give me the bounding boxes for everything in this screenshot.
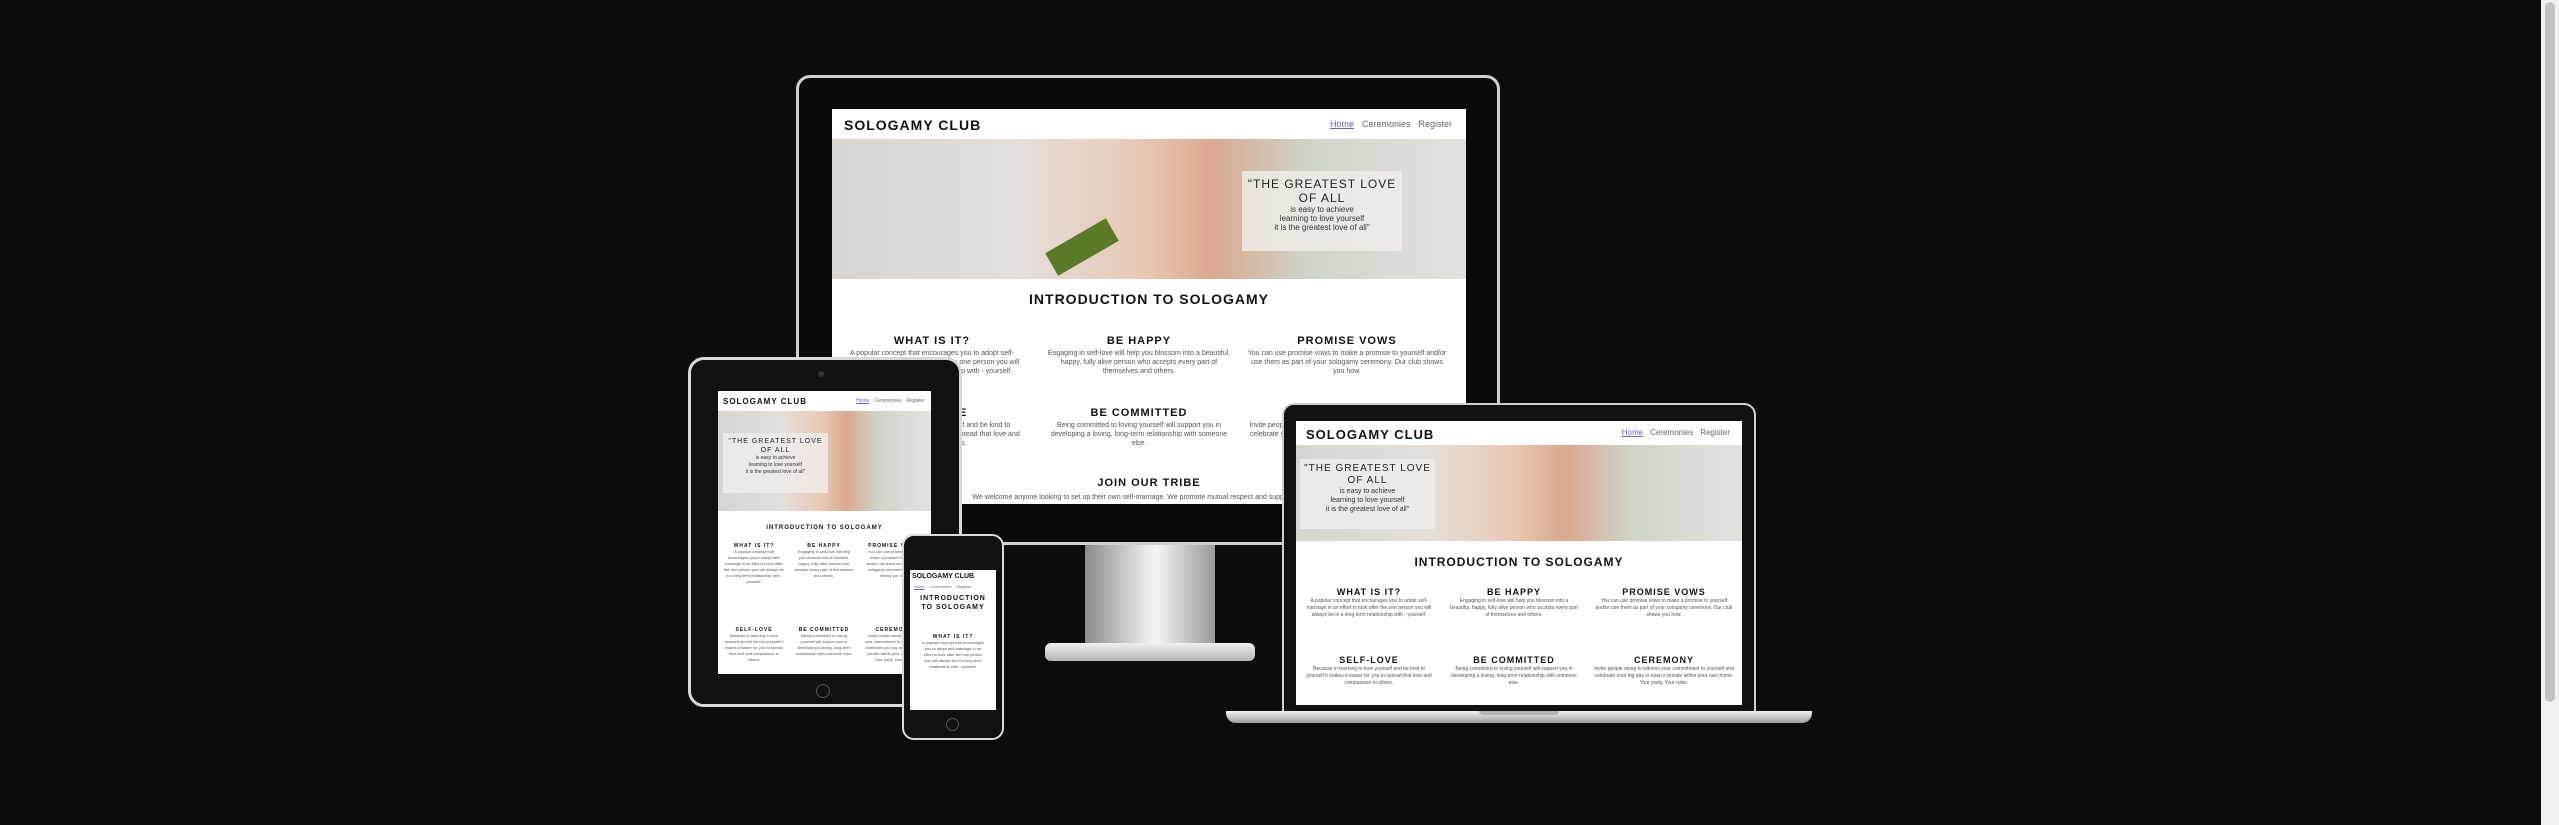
phone-screen: SOLOGAMY CLUB Home Ceremonies Register I… xyxy=(910,570,996,710)
section-text: A popular concept that encourages you to… xyxy=(922,640,984,669)
section-what: WHAT IS IT? A popular concept that encou… xyxy=(922,634,984,670)
section-committed: BE COMMITTED Being committed to loving y… xyxy=(1044,407,1234,448)
nav-ceremonies[interactable]: Ceremonies xyxy=(874,398,901,404)
nav-home[interactable]: Home xyxy=(914,584,925,589)
page-scrollbar[interactable] xyxy=(2541,0,2559,825)
section-text: Engaging in self-love will help you blos… xyxy=(794,549,854,578)
tablet-screen: SOLOGAMY CLUB Home Ceremonies Register "… xyxy=(718,391,931,674)
site-brand[interactable]: SOLOGAMY CLUB xyxy=(912,573,974,580)
intro-title: INTRODUCTION TO SOLOGAMY xyxy=(766,525,883,531)
phone-home-button[interactable] xyxy=(946,718,959,731)
section-text: Because in learning to love yourself and… xyxy=(1306,666,1432,686)
section-selflove: SELF-LOVE Because in learning to love yo… xyxy=(1304,655,1434,687)
site-brand[interactable]: SOLOGAMY CLUB xyxy=(844,117,981,133)
section-title: BE HAPPY xyxy=(1106,335,1172,347)
section-text: Engaging in self-love will help you blos… xyxy=(1450,598,1578,618)
nav-home[interactable]: Home xyxy=(1330,119,1354,129)
section-text: Engaging in self-love will help you blos… xyxy=(1047,350,1231,375)
section-text: You can use promise vows to make a promi… xyxy=(1595,598,1733,618)
nav-ceremonies[interactable]: Ceremonies xyxy=(1650,428,1693,437)
section-vows: PROMISE VOWS You can use promise vows to… xyxy=(1594,587,1734,619)
hero-banner: "THE GREATEST LOVE OF ALL is easy to ach… xyxy=(832,139,1466,279)
hero-quote: "THE GREATEST LOVE OF ALL is easy to ach… xyxy=(1300,459,1435,529)
section-what: WHAT IS IT? A popular concept that encou… xyxy=(1304,587,1434,619)
nav-home[interactable]: Home xyxy=(1622,428,1643,437)
section-what: WHAT IS IT? A popular concept that encou… xyxy=(724,543,784,585)
section-title: BE COMMITTED xyxy=(1090,407,1188,419)
quote-line-2: learning to love yourself xyxy=(1330,497,1405,504)
quote-line-1: is easy to achieve xyxy=(755,455,796,461)
section-title: BE HAPPY xyxy=(1486,587,1541,597)
hero-banner: "THE GREATEST LOVE OF ALL is easy to ach… xyxy=(1296,445,1742,541)
nav-ceremonies[interactable]: Ceremonies xyxy=(930,584,952,589)
section-title: WHAT IS IT? xyxy=(893,335,971,347)
nav-home[interactable]: Home xyxy=(856,398,869,404)
nav-register[interactable]: Register xyxy=(906,398,925,404)
phone: SOLOGAMY CLUB Home Ceremonies Register I… xyxy=(902,534,1004,740)
quote-line-1: is easy to achieve xyxy=(1290,205,1354,214)
section-committed: BE COMMITTED Being committed to loving y… xyxy=(1449,655,1579,687)
tablet-home-button[interactable] xyxy=(816,684,830,698)
section-text: Invite people along to witness your comm… xyxy=(1594,666,1734,686)
section-ceremony: CEREMONY Invite people along to witness … xyxy=(1594,655,1734,687)
section-text: A popular concept that encourages you to… xyxy=(724,549,784,584)
section-title: PROMISE VOWS xyxy=(1622,587,1706,597)
quote-line-1: is easy to achieve xyxy=(1339,488,1396,495)
section-text: You can use promise vows to make a promi… xyxy=(1247,350,1447,375)
quote-line-2: learning to love yourself xyxy=(749,462,802,468)
nav-register[interactable]: Register xyxy=(1418,119,1452,129)
hero-quote: "THE GREATEST LOVE OF ALL is easy to ach… xyxy=(1242,171,1402,251)
laptop: SOLOGAMY CLUB Home Ceremonies Register "… xyxy=(1226,403,1812,743)
nav-ceremonies[interactable]: Ceremonies xyxy=(1362,119,1411,129)
intro-title: INTRODUCTION TO SOLOGAMY xyxy=(1414,555,1624,569)
quote-title: "THE GREATEST LOVE OF ALL xyxy=(1247,177,1397,205)
nav-register[interactable]: Register xyxy=(956,584,971,589)
section-text: A popular concept that encourages you to… xyxy=(1306,598,1432,618)
section-title: SELF-LOVE xyxy=(1339,655,1399,665)
section-title: PROMISE VOWS xyxy=(1297,335,1397,347)
section-text: Being committed to loving yourself will … xyxy=(796,633,852,656)
quote-title: "THE GREATEST LOVE OF ALL xyxy=(728,438,823,454)
intro-title: INTRODUCTION TO SOLOGAMY xyxy=(1029,291,1269,307)
hero-quote: "THE GREATEST LOVE OF ALL is easy to ach… xyxy=(723,433,828,493)
section-title: WHAT IS IT? xyxy=(1336,587,1402,597)
section-text: Being committed to loving yourself will … xyxy=(1451,666,1577,686)
hero-banner: "THE GREATEST LOVE OF ALL is easy to ach… xyxy=(718,411,931,511)
monitor-stand xyxy=(1045,545,1255,670)
section-vows: PROMISE VOWS You can use promise vows to… xyxy=(1247,335,1447,376)
scrollbar-thumb[interactable] xyxy=(2545,2,2555,702)
nav-register[interactable]: Register xyxy=(1700,428,1730,437)
quote-line-3: it is the greatest love of all" xyxy=(745,469,806,475)
site-brand[interactable]: SOLOGAMY CLUB xyxy=(1306,427,1434,442)
quote-line-2: learning to love yourself xyxy=(1279,214,1365,223)
section-happy: BE HAPPY Engaging in self-love will help… xyxy=(1449,587,1579,619)
section-title: CEREMONY xyxy=(1633,655,1694,665)
section-happy: BE HAPPY Engaging in self-love will help… xyxy=(794,543,854,579)
quote-line-3: it is the greatest love of all" xyxy=(1274,223,1370,232)
quote-title: "THE GREATEST LOVE OF ALL xyxy=(1304,463,1431,486)
laptop-screen: SOLOGAMY CLUB Home Ceremonies Register "… xyxy=(1296,421,1742,705)
section-committed: BE COMMITTED Being committed to loving y… xyxy=(794,627,854,657)
section-title: BE COMMITTED xyxy=(1473,655,1555,665)
quote-line-3: it is the greatest love of all" xyxy=(1325,506,1410,513)
site-brand[interactable]: SOLOGAMY CLUB xyxy=(723,397,807,406)
section-selflove: SELF-LOVE Because in learning to love yo… xyxy=(724,627,784,663)
section-text: Because in learning to love yourself and… xyxy=(724,633,784,662)
section-happy: BE HAPPY Engaging in self-love will help… xyxy=(1044,335,1234,376)
section-text: Being committed to loving yourself will … xyxy=(1050,422,1228,447)
intro-title: INTRODUCTION TO SOLOGAMY xyxy=(920,595,986,611)
